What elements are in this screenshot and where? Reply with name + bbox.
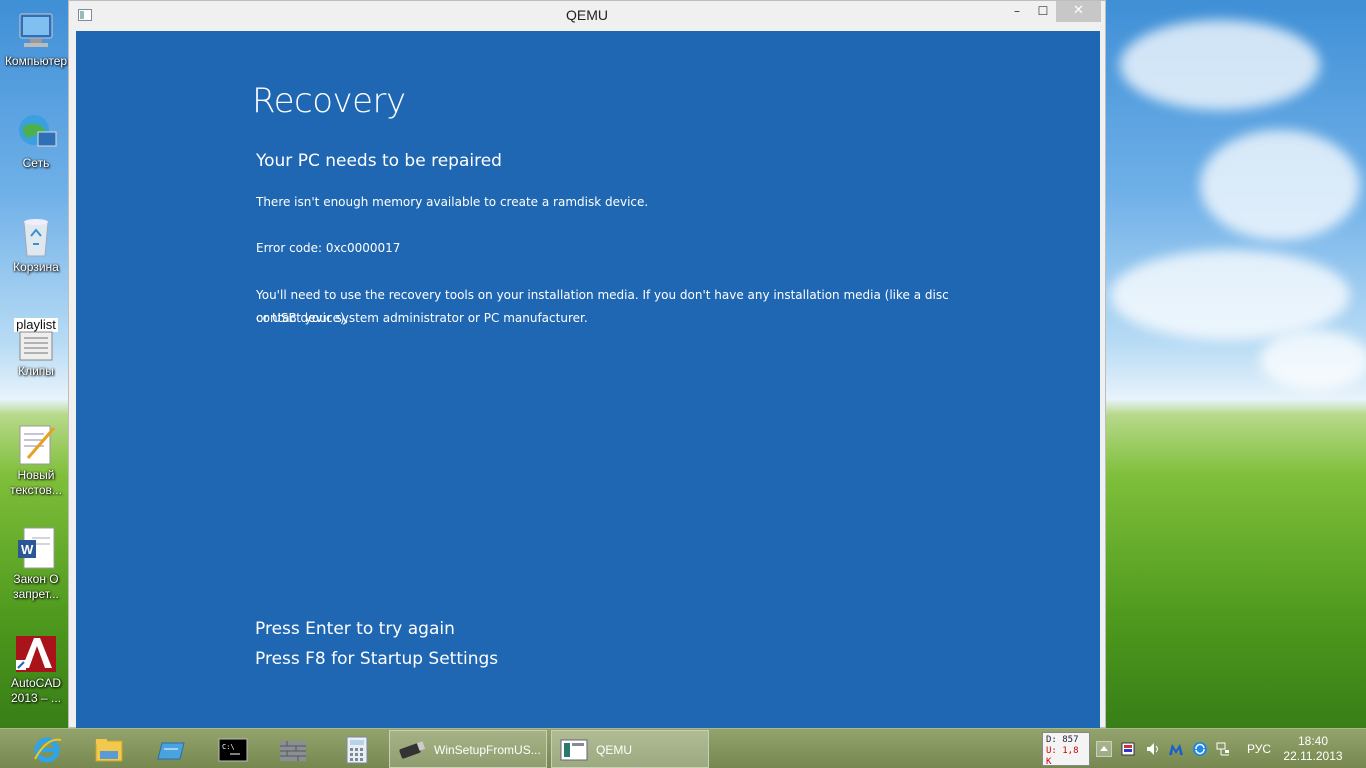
show-hidden-icons-button[interactable] (1096, 741, 1112, 757)
autocad-icon (14, 630, 58, 674)
internet-explorer-icon (32, 735, 62, 763)
window-title: QEMU (566, 7, 608, 23)
desktop-icon-label: Новый текстов... (10, 468, 62, 497)
recovery-advice-line2: contact your system administrator or PC … (256, 311, 588, 325)
taskbar-task-qemu[interactable]: QEMU (551, 730, 709, 768)
desktop-icon-new-text[interactable]: Новый текстов... (2, 422, 70, 498)
text-document-icon (14, 422, 58, 466)
desktop-icon-label: AutoCAD 2013 – ... (10, 676, 62, 705)
net-download: D: 857 (1046, 735, 1079, 745)
qemu-icon (560, 738, 588, 762)
volume-icon[interactable] (1145, 741, 1161, 757)
firewall-icon (278, 735, 308, 763)
clock-time: 18:40 (1297, 734, 1329, 748)
network-monitor[interactable]: D: 857 U: 1,8 K (1042, 732, 1090, 767)
recovery-error-code: Error code: 0xc0000017 (256, 241, 401, 255)
file-explorer-icon (94, 735, 124, 763)
task-label: QEMU (596, 743, 632, 757)
minimize-button[interactable]: – (1004, 1, 1030, 22)
svg-text:C:\: C:\ (222, 743, 235, 751)
desktop-icon-label: Закон О запрет... (13, 572, 59, 601)
desktop-icon-word-doc[interactable]: W Закон О запрет... (2, 526, 70, 602)
language-indicator[interactable]: РУС (1247, 742, 1271, 756)
usb-drive-icon (398, 738, 426, 762)
maximize-button[interactable]: ☐ (1030, 1, 1056, 22)
option-startup-settings: Press F8 for Startup Settings (255, 649, 499, 669)
sync-icon[interactable] (1192, 741, 1208, 757)
desktop-icon-label: Клипы (18, 364, 54, 378)
word-document-icon: W (14, 526, 58, 570)
taskbar-pin-command-prompt[interactable]: C:\ (202, 729, 260, 768)
window-titlebar[interactable]: QEMU – ☐ ✕ (69, 1, 1105, 31)
network-status-icon[interactable] (1215, 741, 1231, 757)
option-try-again: Press Enter to try again (255, 619, 455, 639)
desktop-icon-computer[interactable]: Компьютер (2, 8, 70, 69)
playlist-icon: playlist (14, 318, 58, 362)
svg-text:W: W (21, 542, 34, 557)
desktop-icon-label: Сеть (22, 156, 50, 170)
computer-icon (14, 8, 58, 52)
malwarebytes-icon[interactable] (1168, 741, 1184, 757)
taskbar-pin-app[interactable] (140, 729, 198, 768)
task-label: WinSetupFromUS... (434, 743, 541, 757)
desktop-icon-clips[interactable]: playlist Клипы (2, 318, 70, 379)
qemu-window[interactable]: QEMU – ☐ ✕ Recovery Your PC needs to be … (68, 0, 1106, 729)
recovery-subtitle: Your PC needs to be repaired (256, 151, 502, 171)
command-prompt-icon: C:\ (218, 735, 248, 763)
taskbar-pin-calculator[interactable] (326, 729, 384, 768)
calculator-icon (342, 735, 372, 764)
taskbar: C:\ WinSetupFromUS... QEMU D: 857 U: 1,8… (0, 728, 1366, 768)
desktop-icon-autocad[interactable]: AutoCAD 2013 – ... (2, 630, 70, 706)
recycle-bin-icon (14, 214, 58, 258)
recovery-message: There isn't enough memory available to c… (256, 195, 649, 209)
desktop-icon-label: Корзина (13, 260, 59, 274)
app-window-icon (156, 735, 186, 763)
taskbar-task-winsetupfromusb[interactable]: WinSetupFromUS... (389, 730, 547, 768)
action-center-flag-icon[interactable] (1120, 741, 1136, 757)
close-button[interactable]: ✕ (1056, 1, 1101, 22)
taskbar-pin-file-explorer[interactable] (78, 729, 136, 768)
desktop-icon-label: Компьютер (4, 54, 68, 68)
clock[interactable]: 18:40 22.11.2013 (1278, 734, 1348, 764)
desktop-icon-recycle-bin[interactable]: Корзина (2, 214, 70, 275)
taskbar-pin-internet-explorer[interactable] (16, 729, 74, 768)
net-upload: U: 1,8 K (1046, 746, 1079, 767)
recovery-title: Recovery (252, 81, 406, 121)
desktop-icon-network[interactable]: Сеть (2, 110, 70, 171)
guest-screen[interactable]: Recovery Your PC needs to be repaired Th… (76, 31, 1100, 729)
clock-date: 22.11.2013 (1283, 749, 1343, 763)
network-icon (14, 110, 58, 154)
taskbar-pin-firewall[interactable] (262, 729, 320, 768)
desktop-icons: Компьютер Сеть Корзина playlist Клипы Но… (0, 0, 68, 728)
